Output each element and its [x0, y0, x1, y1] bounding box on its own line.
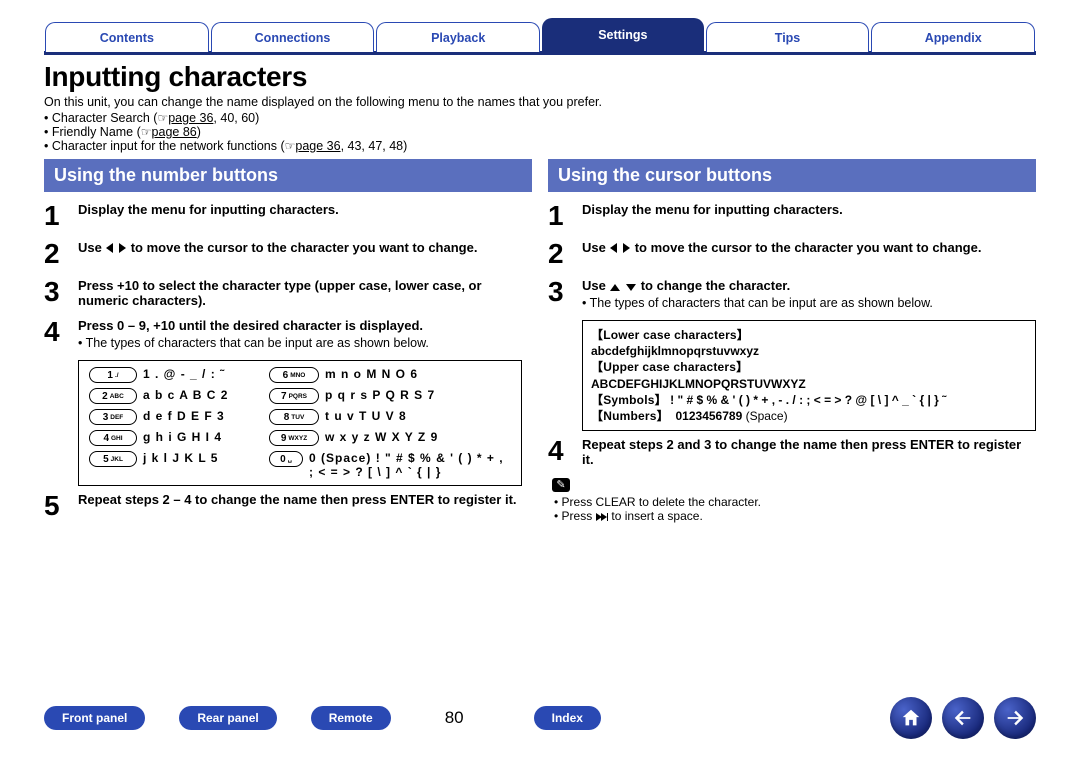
- section-header-cursor-buttons: Using the cursor buttons: [548, 159, 1036, 192]
- tab-tips[interactable]: Tips: [706, 22, 870, 52]
- bullet-network-functions: Character input for the network function…: [44, 139, 1036, 153]
- right-step-1: 1 Display the menu for inputting charact…: [548, 202, 1036, 230]
- step-number: 2: [44, 240, 68, 268]
- right-step-4: 4 Repeat steps 2 and 3 to change the nam…: [548, 437, 1036, 467]
- keypad-chars-4: g h i G H I 4: [143, 430, 263, 446]
- arrow-left-icon: [952, 707, 974, 729]
- keypad-key-0: 0␣: [269, 451, 303, 467]
- keypad-key-6: 6MNO: [269, 367, 319, 383]
- step-number: 3: [548, 278, 572, 310]
- home-icon: [900, 707, 922, 729]
- hint-clear: Press CLEAR to delete the character.: [554, 495, 1036, 509]
- left-step-3: 3 Press +10 to select the character type…: [44, 278, 532, 308]
- column-cursor-buttons: Using the cursor buttons 1 Display the m…: [548, 159, 1036, 530]
- keypad-table: 1./ 1 . @ - _ / : ˜ 6MNO m n o M N O 6 2…: [78, 360, 522, 486]
- chars-numbers: 0123456789: [676, 409, 746, 423]
- right-arrow-icon: [119, 243, 126, 253]
- page-bullets: Character Search (☞page 36, 40, 60) Frie…: [44, 111, 1036, 153]
- footer-remote-button[interactable]: Remote: [311, 706, 391, 730]
- column-number-buttons: Using the number buttons 1 Display the m…: [44, 159, 532, 530]
- keypad-key-2: 2ABC: [89, 388, 137, 404]
- left-step-1: 1 Display the menu for inputting charact…: [44, 202, 532, 230]
- footer-index-button[interactable]: Index: [534, 706, 601, 730]
- label-symbols: 【Symbols】: [591, 393, 667, 407]
- tab-playback[interactable]: Playback: [376, 22, 540, 52]
- character-reference-box: 【Lower case characters】 abcdefghijklmnop…: [582, 320, 1036, 431]
- keypad-key-3: 3DEF: [89, 409, 137, 425]
- keypad-chars-5: j k l J K L 5: [143, 451, 263, 479]
- keypad-key-8: 8TUV: [269, 409, 319, 425]
- pointer-icon: ☞: [157, 111, 168, 125]
- arrow-right-icon: [1004, 707, 1026, 729]
- label-lower-case: 【Lower case characters】: [591, 327, 1027, 343]
- bullet-friendly-name: Friendly Name (☞page 86): [44, 125, 1036, 139]
- keypad-chars-0a: 0 (Space) ! " # $ % & ' ( ) * + ,: [309, 451, 511, 465]
- next-page-button[interactable]: [994, 697, 1036, 739]
- keypad-chars-8: t u v T U V 8: [325, 409, 511, 425]
- page-intro: On this unit, you can change the name di…: [44, 95, 1036, 109]
- hints-block: ✎ Press CLEAR to delete the character. P…: [552, 477, 1036, 523]
- keypad-chars-3: d e f D E F 3: [143, 409, 263, 425]
- link-page-36[interactable]: page 36: [168, 111, 213, 125]
- keypad-chars-7: p q r s P Q R S 7: [325, 388, 511, 404]
- bullet-character-search: Character Search (☞page 36, 40, 60): [44, 111, 1036, 125]
- keypad-key-5: 5JKL: [89, 451, 137, 467]
- keypad-chars-0b: ; < = > ? [ \ ] ^ ` { | }: [309, 465, 511, 479]
- label-numbers: 【Numbers】: [591, 409, 669, 423]
- step-number: 2: [548, 240, 572, 268]
- step-number: 4: [44, 318, 68, 350]
- page-title: Inputting characters: [44, 61, 1036, 93]
- step-number: 4: [548, 437, 572, 467]
- step-number: 1: [548, 202, 572, 230]
- tab-appendix[interactable]: Appendix: [871, 22, 1035, 52]
- tab-settings[interactable]: Settings: [542, 18, 704, 52]
- pointer-icon: ☞: [141, 125, 152, 139]
- label-upper-case: 【Upper case characters】: [591, 359, 1027, 375]
- chars-symbols: ! " # $ % & ' ( ) * + , - . / : ; < = > …: [667, 393, 946, 407]
- space-label: (Space): [746, 409, 788, 423]
- keypad-chars-6: m n o M N O 6: [325, 367, 511, 383]
- home-button[interactable]: [890, 697, 932, 739]
- right-step-2: 2 Use to move the cursor to the characte…: [548, 240, 1036, 268]
- chars-upper: ABCDEFGHIJKLMNOPQRSTUVWXYZ: [591, 376, 1027, 392]
- keypad-key-7: 7PQRS: [269, 388, 319, 404]
- step-number: 1: [44, 202, 68, 230]
- keypad-key-4: 4GHI: [89, 430, 137, 446]
- prev-page-button[interactable]: [942, 697, 984, 739]
- left-arrow-icon: [106, 243, 113, 253]
- right-arrow-icon: [623, 243, 630, 253]
- tab-connections[interactable]: Connections: [211, 22, 375, 52]
- step-number: 5: [44, 492, 68, 520]
- link-page-86[interactable]: page 86: [152, 125, 197, 139]
- footer-front-panel-button[interactable]: Front panel: [44, 706, 145, 730]
- keypad-key-1: 1./: [89, 367, 137, 383]
- chars-lower: abcdefghijklmnopqrstuvwxyz: [591, 343, 1027, 359]
- left-step-4: 4 Press 0 – 9, +10 until the desired cha…: [44, 318, 532, 350]
- down-arrow-icon: [626, 284, 636, 291]
- left-step-5: 5 Repeat steps 2 – 4 to change the name …: [44, 492, 532, 520]
- up-arrow-icon: [610, 284, 620, 291]
- keypad-chars-1: 1 . @ - _ / : ˜: [143, 367, 263, 383]
- footer: Front panel Rear panel Remote 80 Index: [0, 697, 1080, 739]
- right-step-3: 3 Use to change the character. The types…: [548, 278, 1036, 310]
- keypad-chars-2: a b c A B C 2: [143, 388, 263, 404]
- left-step-2: 2 Use to move the cursor to the characte…: [44, 240, 532, 268]
- left-arrow-icon: [610, 243, 617, 253]
- keypad-chars-9: w x y z W X Y Z 9: [325, 430, 511, 446]
- pointer-icon: ☞: [285, 139, 296, 153]
- footer-rear-panel-button[interactable]: Rear panel: [179, 706, 276, 730]
- page-number: 80: [445, 708, 464, 728]
- top-tabs: Contents Connections Playback Settings T…: [44, 18, 1036, 52]
- pencil-icon: ✎: [552, 478, 570, 492]
- keypad-key-9: 9WXYZ: [269, 430, 319, 446]
- step-number: 3: [44, 278, 68, 308]
- tab-contents[interactable]: Contents: [45, 22, 209, 52]
- hint-insert-space: Press to insert a space.: [554, 509, 1036, 523]
- section-header-number-buttons: Using the number buttons: [44, 159, 532, 192]
- link-page-36b[interactable]: page 36: [295, 139, 340, 153]
